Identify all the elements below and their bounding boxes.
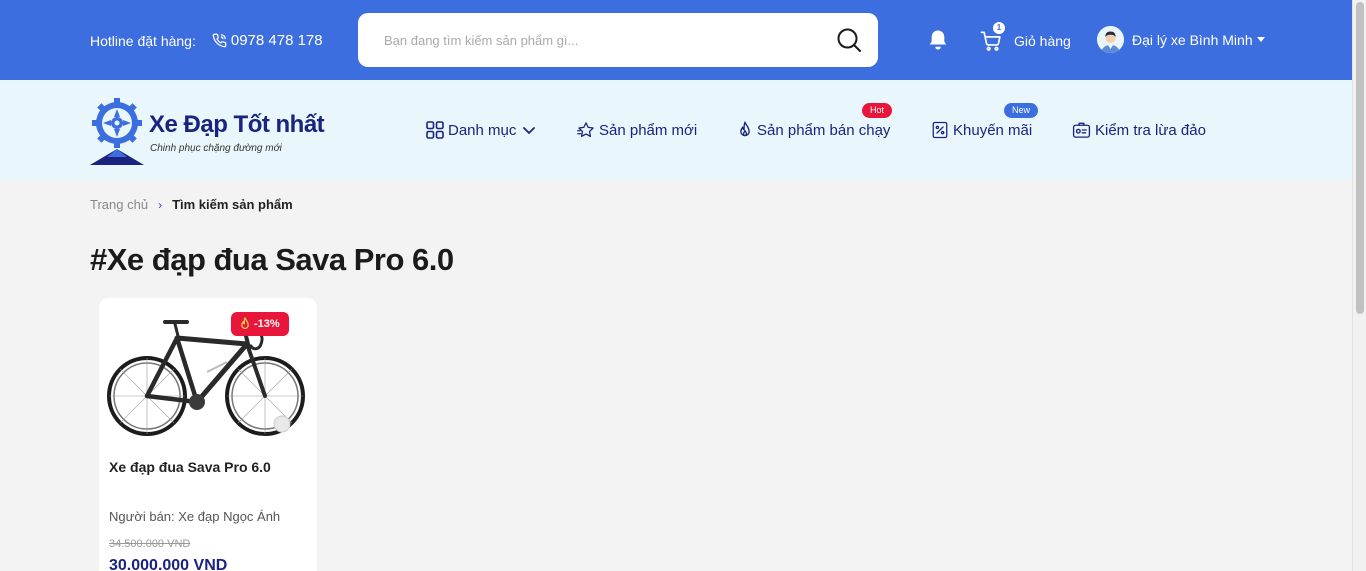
nav-new-products-label: Sản phẩm mới <box>599 121 698 139</box>
chevron-down-icon <box>523 127 536 134</box>
new-badge: New <box>1004 103 1039 118</box>
bicycle-gear-logo-icon <box>90 98 144 165</box>
nav-best-sellers[interactable]: Sản phẩm bán chạy <box>737 121 890 139</box>
product-card[interactable]: -13% Xe đạp đua Sava Pro 6.0 Người bán: … <box>99 298 317 571</box>
user-menu[interactable]: Đại lý xe Bình Minh <box>1097 26 1265 53</box>
discount-icon <box>932 121 948 139</box>
product-seller: Người bán: Xe đạp Ngọc Ánh <box>109 509 281 524</box>
brand-name: Xe Đạp Tốt nhất <box>149 111 325 138</box>
scrollbar-thumb[interactable] <box>1356 2 1364 314</box>
cart-button[interactable]: 1 Giỏ hàng <box>980 22 1071 52</box>
discount-label: -13% <box>254 318 280 330</box>
nav-best-sellers-label: Sản phẩm bán chạy <box>757 121 891 139</box>
avatar <box>1097 26 1124 53</box>
page-scrollbar[interactable] <box>1352 0 1366 571</box>
chevron-right-icon: › <box>158 197 163 212</box>
logo[interactable]: Xe Đạp Tốt nhất Chinh phục chặng đường m… <box>90 95 325 167</box>
nav-categories[interactable]: Danh mục <box>426 121 540 139</box>
main-nav: Xe Đạp Tốt nhất Chinh phục chặng đường m… <box>0 80 1352 180</box>
nav-scam-check-label: Kiểm tra lừa đảo <box>1095 121 1206 139</box>
hotline-number: 0978 478 178 <box>230 32 323 49</box>
hotline-phone-link[interactable]: 0978 478 178 <box>212 32 323 49</box>
chevron-down-icon <box>1256 37 1265 42</box>
nav-scam-check[interactable]: Kiểm tra lừa đảo <box>1072 121 1206 139</box>
nav-promotions-label: Khuyến mãi <box>953 121 1033 139</box>
bell-icon[interactable] <box>928 29 948 51</box>
star-icon <box>577 122 594 138</box>
phone-icon <box>212 33 227 48</box>
top-bar: Hotline đặt hàng: 0978 478 178 1 <box>0 0 1352 80</box>
product-price: 30.000.000 VND <box>109 557 228 571</box>
user-name: Đại lý xe Bình Minh <box>1132 31 1253 48</box>
product-name[interactable]: Xe đạp đua Sava Pro 6.0 <box>109 459 271 475</box>
search-input[interactable] <box>384 32 814 48</box>
cart-label: Giỏ hàng <box>1014 33 1071 49</box>
search-icon[interactable] <box>836 27 862 53</box>
hotline: Hotline đặt hàng: 0978 478 178 <box>90 32 323 49</box>
brand-slogan: Chinh phục chặng đường mới <box>150 143 282 154</box>
id-card-icon <box>1072 122 1091 138</box>
nav-categories-label: Danh mục <box>448 121 517 139</box>
discount-badge: -13% <box>231 312 289 336</box>
search-box <box>358 13 878 67</box>
grid-icon <box>426 121 444 139</box>
breadcrumb: Trang chủ › Tìm kiếm sản phẩm <box>90 197 293 212</box>
cart-count-badge: 1 <box>993 22 1005 34</box>
nav-promotions[interactable]: Khuyến mãi <box>931 121 1032 139</box>
breadcrumb-home-link[interactable]: Trang chủ <box>90 197 148 212</box>
nav-new-products[interactable]: Sản phẩm mới <box>577 121 697 139</box>
cart-icon: 1 <box>980 22 1005 52</box>
product-old-price: 34.500.000 VND <box>109 538 191 550</box>
flame-icon <box>241 317 249 329</box>
breadcrumb-current: Tìm kiếm sản phẩm <box>172 197 293 212</box>
hotline-label: Hotline đặt hàng: <box>90 32 196 49</box>
hot-badge: Hot <box>862 103 893 118</box>
flame-icon <box>740 121 750 137</box>
page-title: #Xe đạp đua Sava Pro 6.0 <box>90 242 454 277</box>
